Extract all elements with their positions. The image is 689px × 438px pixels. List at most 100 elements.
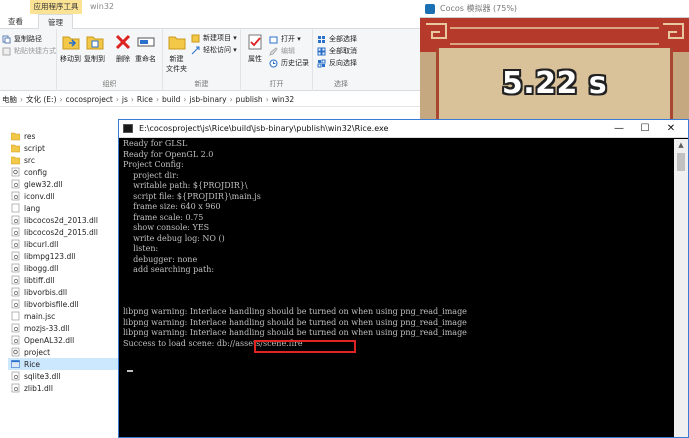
file-item[interactable]: lang xyxy=(8,202,118,214)
simulator-titlebar: Cocos 模拟器 (75%) xyxy=(420,0,689,18)
address-bar[interactable]: 电脑 › 文化 (E:) › cocosproject › js › Rice › bui… xyxy=(0,92,420,107)
move-to-button[interactable]: 移动到 xyxy=(60,32,81,64)
file-item[interactable]: Rice xyxy=(8,358,118,370)
file-item[interactable]: res xyxy=(8,130,118,142)
maximize-button[interactable]: ☐ xyxy=(632,120,658,138)
file-icon xyxy=(11,263,20,273)
file-icon xyxy=(11,287,20,297)
new-folder-button[interactable]: 新建 文件夹 xyxy=(166,32,187,74)
cocos-simulator-window: Cocos 模拟器 (75%) 5.22 s xyxy=(420,0,689,119)
open-button[interactable]: 打开 ▾ xyxy=(269,34,301,44)
properties-button[interactable]: 属性 xyxy=(245,32,265,64)
minimize-button[interactable]: — xyxy=(606,120,632,138)
new-folder-icon xyxy=(168,36,185,50)
edit-button[interactable]: 编辑 xyxy=(269,46,295,56)
file-name: glew32.dll xyxy=(24,179,63,189)
file-item[interactable]: main.jsc xyxy=(8,310,118,322)
move-to-icon xyxy=(62,36,79,50)
console-output[interactable]: Ready for GLSL Ready for OpenGL 2.0 Projec… xyxy=(123,139,668,437)
breadcrumb-js[interactable]: js xyxy=(122,95,128,104)
breadcrumb-rice[interactable]: Rice xyxy=(137,95,153,104)
console-line: show console: YES xyxy=(123,223,210,232)
paste-shortcut-button[interactable]: 粘贴快捷方式 xyxy=(2,46,56,56)
file-name: libvorbis.dll xyxy=(24,287,68,297)
delete-button[interactable]: 删除 xyxy=(113,32,133,64)
breadcrumb-publish[interactable]: publish xyxy=(236,95,263,104)
file-name: OpenAL32.dll xyxy=(24,335,75,345)
file-item[interactable]: libcurl.dll xyxy=(8,238,118,250)
console-line: Success to load scene: db://assets/scene… xyxy=(123,338,303,348)
copy-path-button[interactable]: 复制路径 xyxy=(2,34,42,44)
select-all-button[interactable]: 全部选择 xyxy=(317,34,357,44)
file-name: Rice xyxy=(24,359,41,369)
console-line: libpng warning: Interlace handling shoul… xyxy=(123,307,467,316)
console-line: Ready for GLSL xyxy=(123,139,188,148)
file-item[interactable]: libmpg123.dll xyxy=(8,250,118,262)
console-app-icon xyxy=(123,124,133,133)
easy-access-label: 轻松访问 ▾ xyxy=(203,46,237,54)
file-item[interactable]: OpenAL32.dll xyxy=(8,334,118,346)
breadcrumb-win32[interactable]: win32 xyxy=(272,95,295,104)
settings-file-icon xyxy=(11,347,20,357)
breadcrumb-pc[interactable]: 电脑 xyxy=(2,94,17,105)
breadcrumb-drive[interactable]: 文化 (E:) xyxy=(26,94,57,105)
breadcrumb-separator-icon: › xyxy=(229,94,233,104)
paste-shortcut-label: 粘贴快捷方式 xyxy=(14,47,56,55)
file-item[interactable]: project xyxy=(8,346,118,358)
file-name: libmpg123.dll xyxy=(24,251,76,261)
easy-access-button[interactable]: 轻松访问 ▾ xyxy=(191,45,237,55)
console-line: Ready for OpenGL 2.0 xyxy=(123,149,214,159)
breadcrumb-cocosproject[interactable]: cocosproject xyxy=(66,95,113,104)
ribbon-group-new: 新建 文件夹 新建项目 ▾ 轻松访问 ▾ 新建 xyxy=(163,29,241,91)
file-item[interactable]: iconv.dll xyxy=(8,190,118,202)
invert-selection-label: 反向选择 xyxy=(329,59,357,67)
copy-to-button[interactable]: 复制到 xyxy=(84,32,105,64)
rename-button[interactable]: 重命名 xyxy=(135,32,156,64)
history-button[interactable]: 历史记录 xyxy=(269,58,309,68)
console-line: debugger: none xyxy=(123,254,198,264)
file-item[interactable]: libcocos2d_2015.dll xyxy=(8,226,118,238)
file-icon xyxy=(11,311,20,321)
move-to-label: 移动到 xyxy=(60,55,81,63)
console-line: project dir: xyxy=(123,170,179,180)
file-item[interactable]: mozjs-33.dll xyxy=(8,322,118,334)
history-icon xyxy=(269,59,278,67)
file-item[interactable]: script xyxy=(8,142,118,154)
scroll-up-arrow-icon[interactable]: ▲ xyxy=(674,139,688,151)
file-item[interactable]: libtiff.dll xyxy=(8,274,118,286)
select-none-button[interactable]: 全部取消 xyxy=(317,46,357,56)
file-icon xyxy=(11,227,20,237)
file-item[interactable]: glew32.dll xyxy=(8,178,118,190)
file-item[interactable]: libvorbis.dll xyxy=(8,286,118,298)
file-item[interactable]: libvorbisfile.dll xyxy=(8,298,118,310)
context-tab-app-tools[interactable]: 应用程序工具 xyxy=(30,0,82,14)
file-item[interactable]: libcocos2d_2013.dll xyxy=(8,214,118,226)
tab-view[interactable]: 查看 xyxy=(8,14,23,29)
file-item[interactable]: zlib1.dll xyxy=(8,382,118,394)
copy-path-label: 复制路径 xyxy=(14,35,42,43)
scroll-thumb[interactable] xyxy=(677,153,685,171)
console-line: frame size: 640 x 960 xyxy=(123,202,221,211)
folder-icon xyxy=(10,131,21,141)
console-line: libpng warning: Interlace handling shoul… xyxy=(123,317,467,327)
file-name: project xyxy=(24,347,51,357)
console-scrollbar[interactable]: ▲ xyxy=(674,139,688,437)
file-item[interactable]: libogg.dll xyxy=(8,262,118,274)
tab-manage[interactable]: 管理 xyxy=(38,14,73,29)
file-icon xyxy=(11,239,20,249)
new-item-button[interactable]: 新建项目 ▾ xyxy=(191,33,237,43)
cocos-app-icon xyxy=(425,4,435,14)
file-item[interactable]: sqlite3.dll xyxy=(8,370,118,382)
file-item[interactable]: src xyxy=(8,154,118,166)
file-icon xyxy=(11,323,20,333)
breadcrumb-build[interactable]: build xyxy=(162,95,180,104)
game-canvas[interactable]: 5.22 s xyxy=(420,18,689,119)
file-name: libtiff.dll xyxy=(24,275,55,285)
breadcrumb-jsb-binary[interactable]: jsb-binary xyxy=(189,95,226,104)
close-button[interactable]: ✕ xyxy=(658,120,684,138)
file-icon xyxy=(11,191,20,201)
console-line: writable path: ${PROJDIR}\ xyxy=(123,181,248,190)
file-item[interactable]: config xyxy=(8,166,118,178)
invert-selection-button[interactable]: 反向选择 xyxy=(317,58,357,68)
properties-label: 属性 xyxy=(248,55,262,63)
